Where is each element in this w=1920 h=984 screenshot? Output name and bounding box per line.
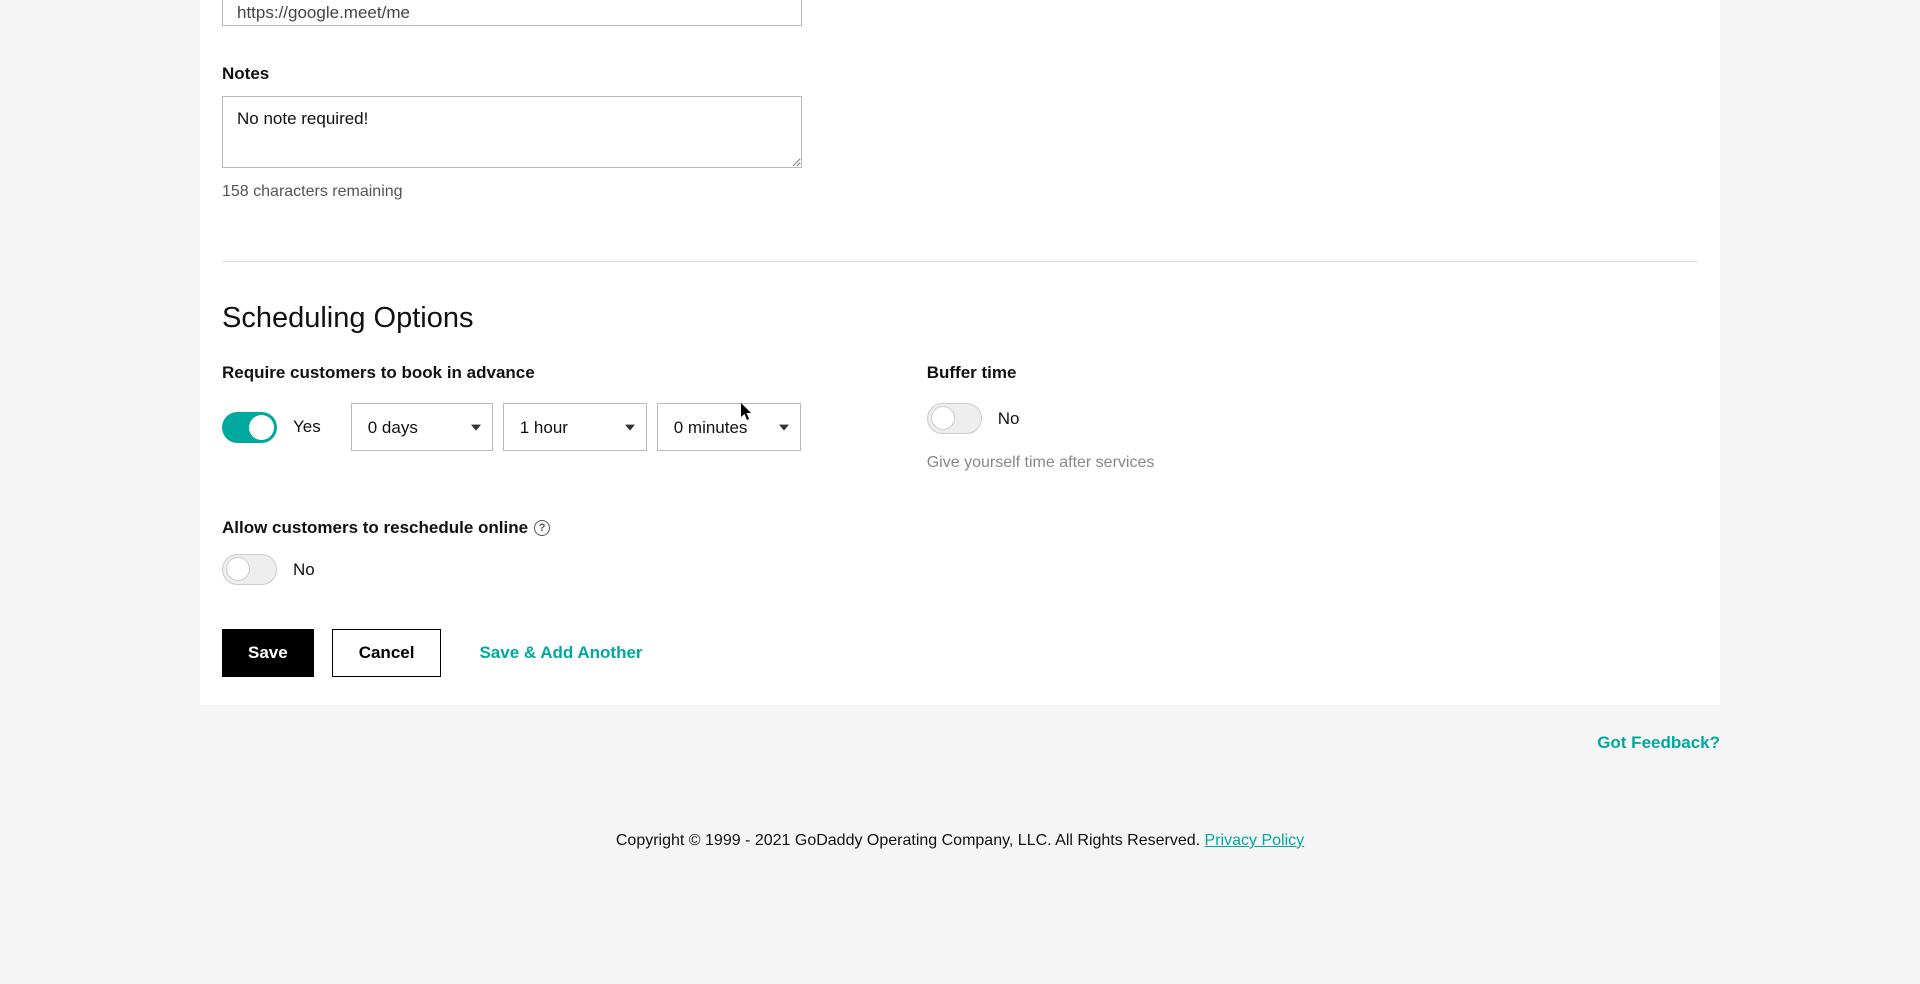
reschedule-label: Allow customers to reschedule online — [222, 518, 528, 538]
privacy-policy-link[interactable]: Privacy Policy — [1205, 832, 1305, 849]
scheduling-heading: Scheduling Options — [222, 302, 1698, 335]
toggle-knob — [249, 415, 274, 440]
advance-booking-label: Require customers to book in advance — [222, 363, 801, 383]
notes-textarea[interactable]: No note required! — [222, 96, 802, 168]
save-add-another-button[interactable]: Save & Add Another — [479, 643, 642, 663]
advance-hours-select[interactable]: 1 hour — [503, 403, 647, 451]
advance-minutes-select[interactable]: 0 minutes — [657, 403, 801, 451]
advance-toggle-state: Yes — [293, 417, 321, 437]
copyright-text: Copyright © 1999 - 2021 GoDaddy Operatin… — [616, 832, 1205, 849]
toggle-knob — [226, 557, 250, 581]
advance-days-select[interactable]: 0 days — [351, 403, 493, 451]
buffer-time-toggle[interactable] — [927, 403, 982, 434]
buffer-helper-text: Give yourself time after services — [927, 454, 1155, 472]
toggle-knob — [931, 406, 955, 430]
cancel-button[interactable]: Cancel — [332, 629, 442, 677]
reschedule-toggle[interactable] — [222, 554, 277, 585]
url-input[interactable] — [222, 0, 802, 26]
save-button[interactable]: Save — [222, 629, 314, 677]
char-remaining: 158 characters remaining — [222, 183, 1698, 201]
section-divider — [222, 261, 1698, 262]
reschedule-toggle-state: No — [293, 560, 315, 580]
buffer-time-label: Buffer time — [927, 363, 1155, 383]
buffer-toggle-state: No — [998, 409, 1020, 429]
advance-booking-toggle[interactable] — [222, 412, 277, 443]
help-icon[interactable]: ? — [534, 520, 550, 536]
feedback-link[interactable]: Got Feedback? — [1597, 733, 1720, 753]
notes-label: Notes — [222, 64, 1698, 84]
